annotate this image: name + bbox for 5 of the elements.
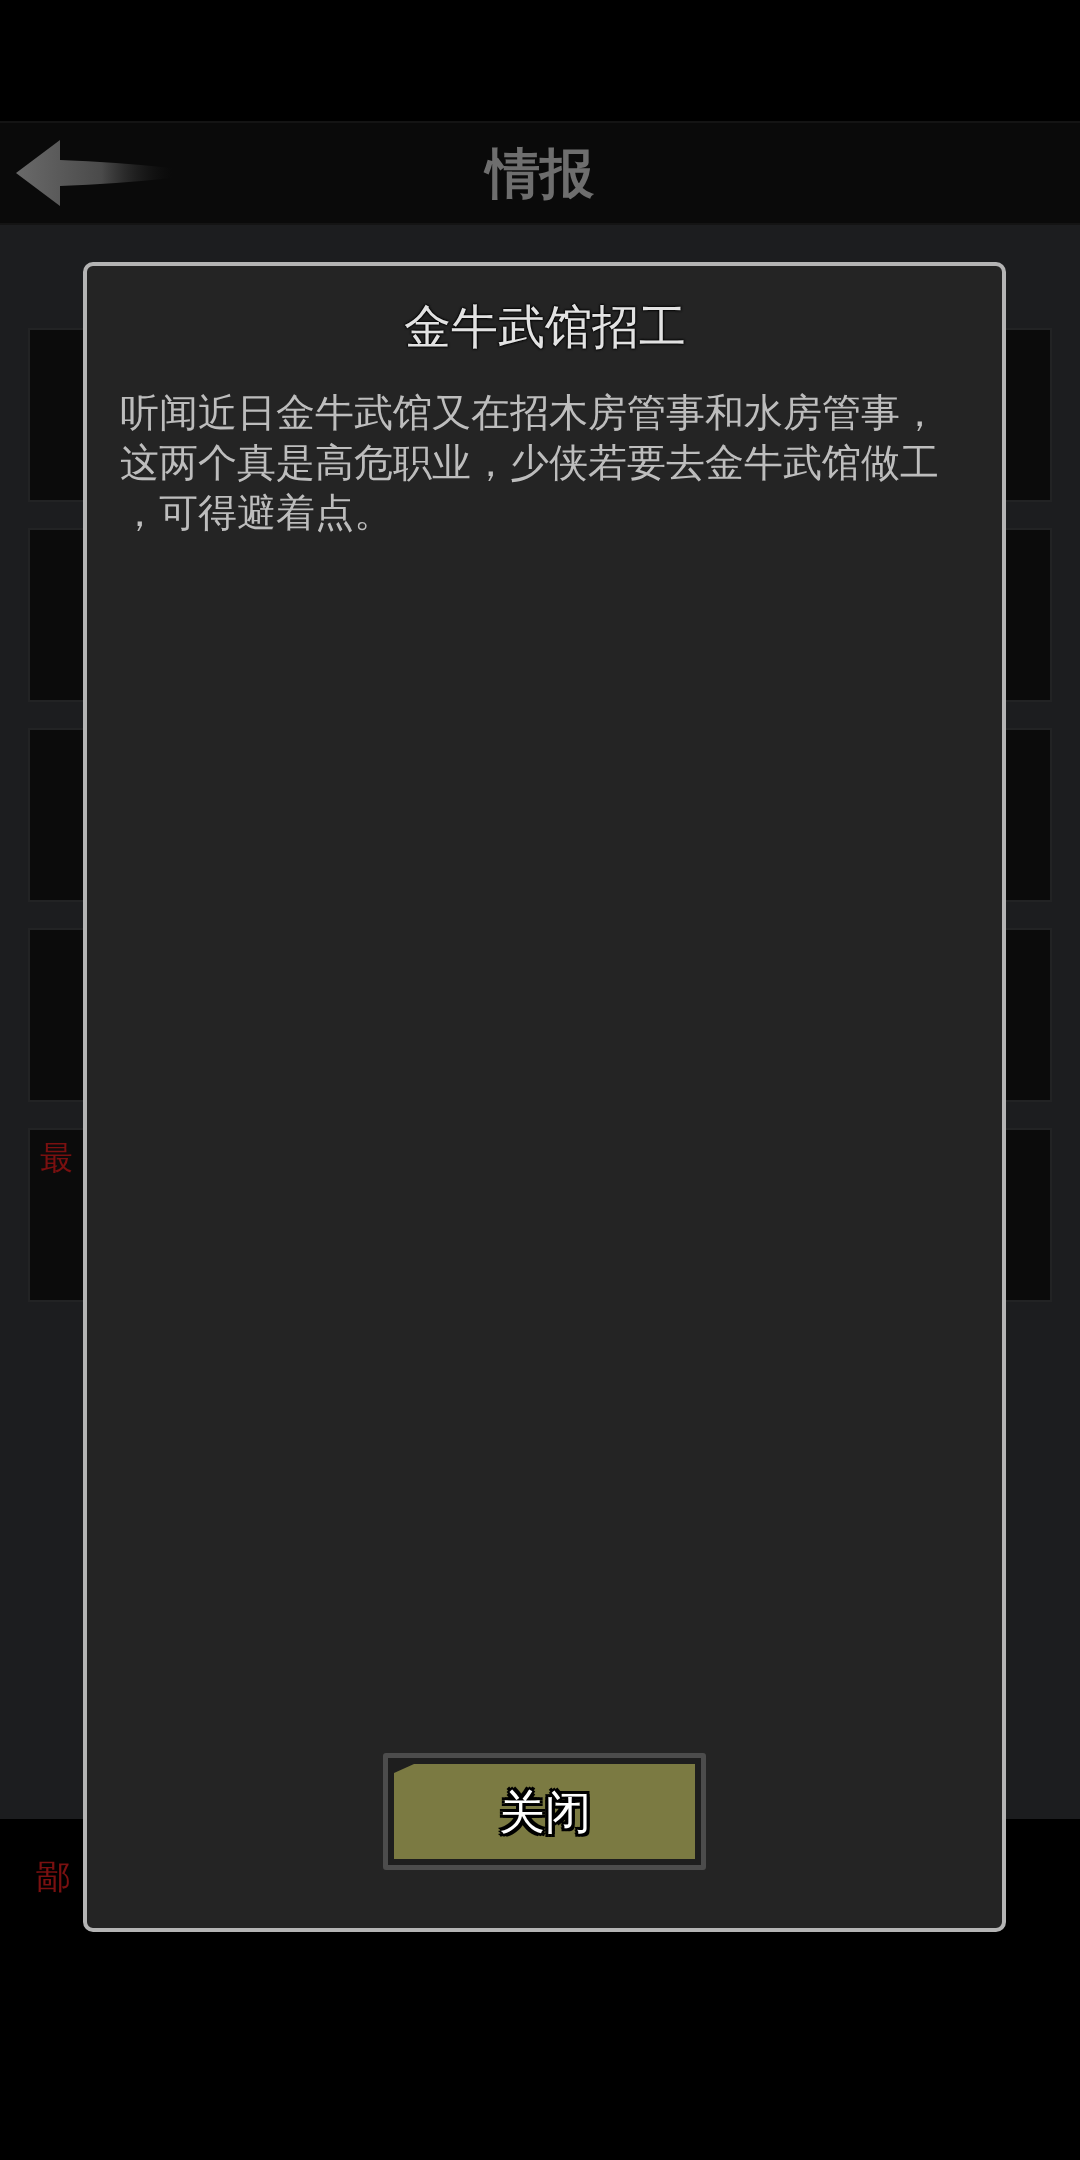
dialog-message: 听闻近日金牛武馆又在招木房管事和水房管事，这两个真是高危职业，少侠若要去金牛武馆做工，可得避着点。 bbox=[120, 389, 939, 537]
card-label: 最 bbox=[40, 1138, 73, 1178]
dialog-title: 金牛武馆招工 bbox=[403, 298, 686, 356]
footer-text: 鄙 bbox=[36, 1855, 70, 1897]
close-button[interactable]: 关闭 bbox=[383, 1753, 706, 1870]
